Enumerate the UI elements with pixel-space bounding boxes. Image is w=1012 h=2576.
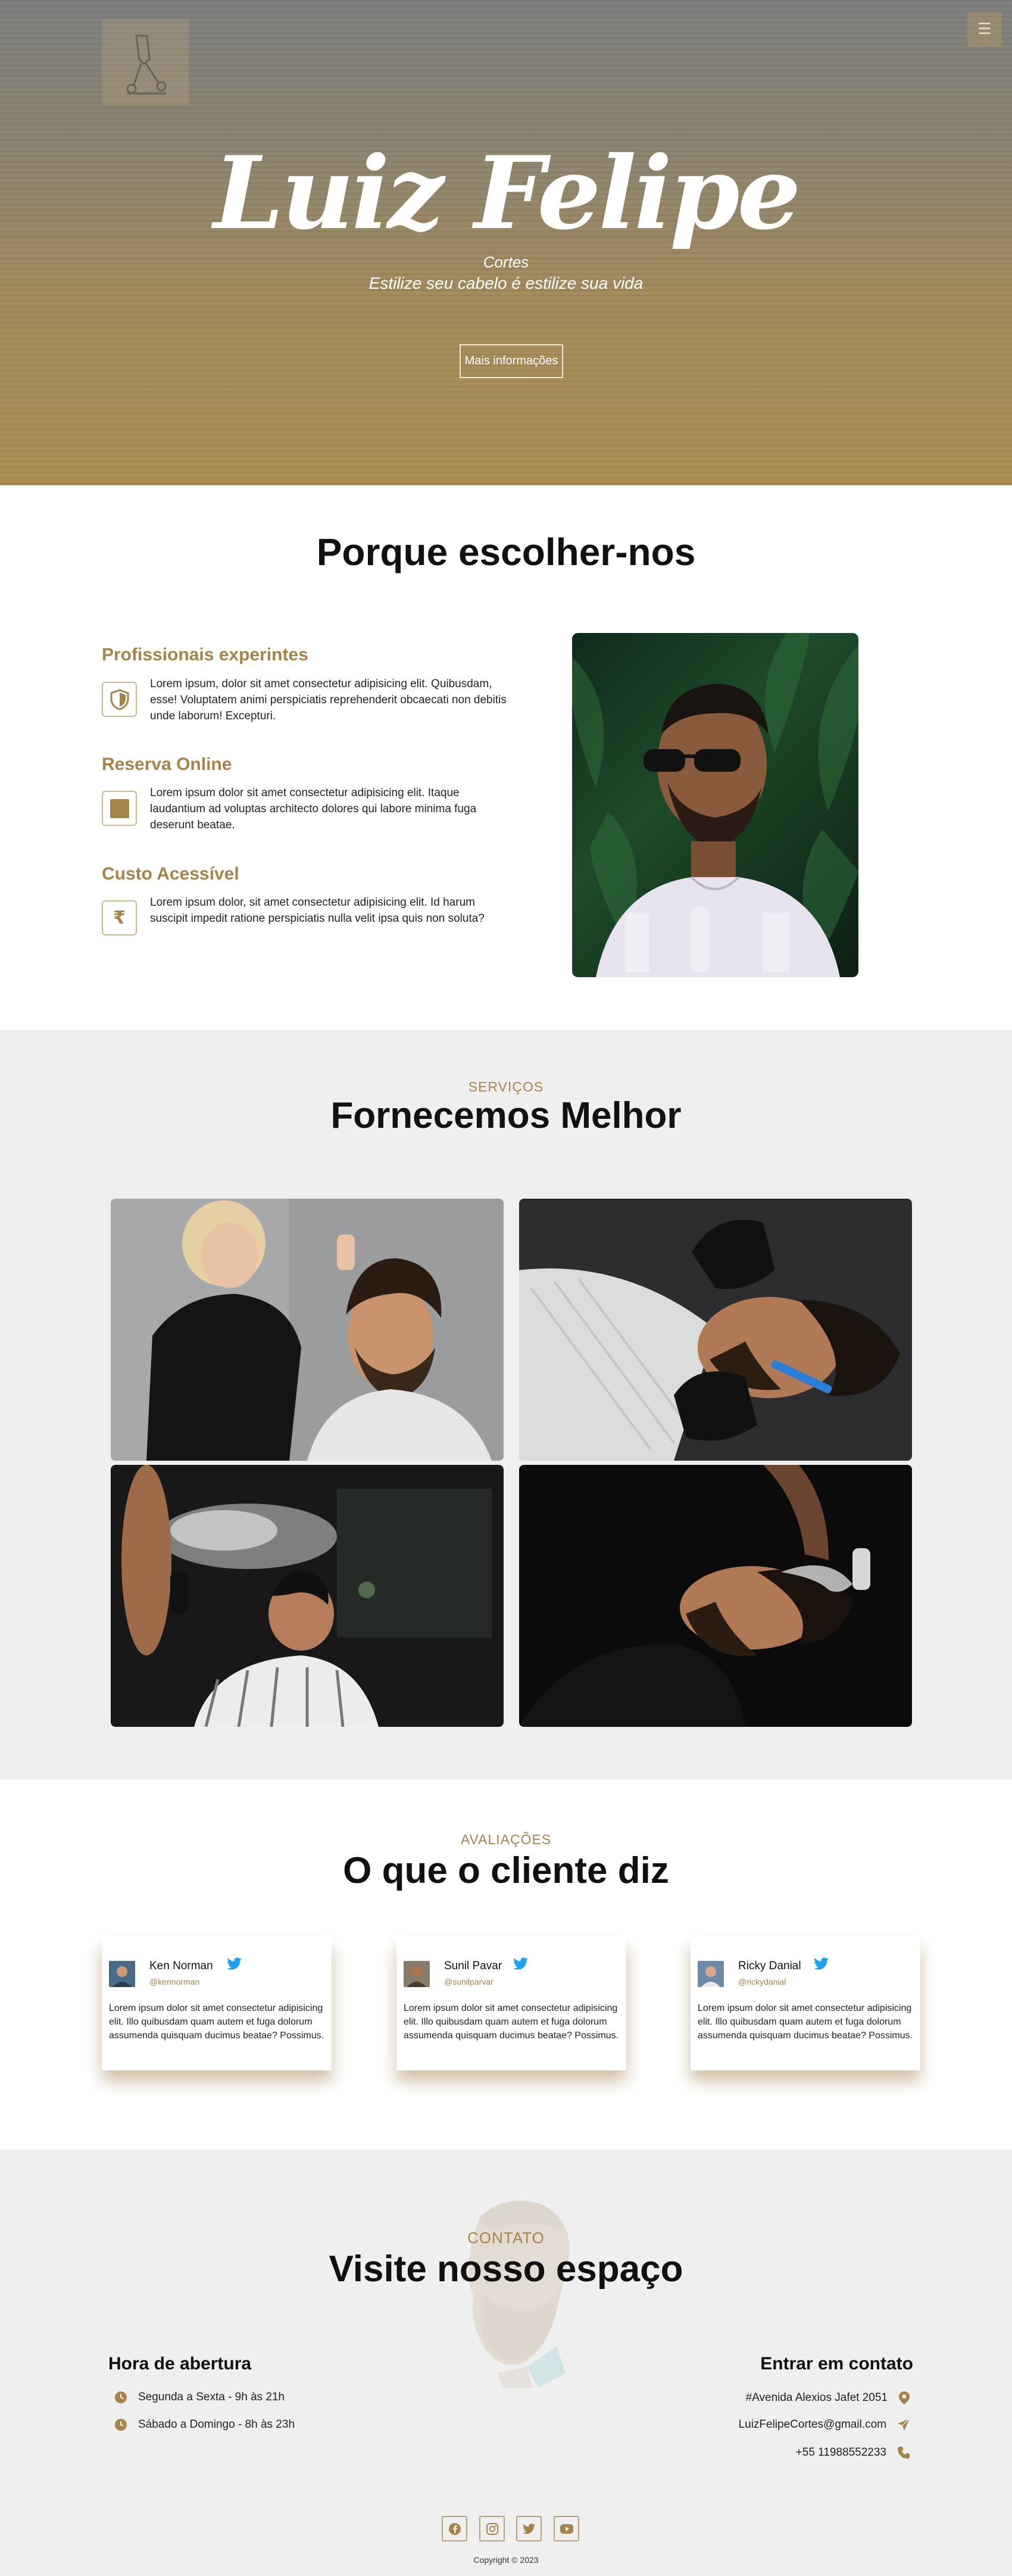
review-text: Lorem ipsum dolor sit amet consectetur a… [404, 2003, 619, 2041]
facebook-button[interactable] [442, 2516, 467, 2541]
feature-heading-online: Reserva Online [102, 754, 232, 774]
feature-heading-experts: Profissionais experintes [102, 645, 308, 665]
address-text: #Avenida Alexios Jafet 2051 [745, 2391, 888, 2404]
services-eyebrow: SERVIÇOS [468, 1079, 544, 1094]
address-row: #Avenida Alexios Jafet 2051 [746, 2391, 910, 2405]
reviewer-name: Ken Norman [149, 1960, 213, 1972]
contact-section: CONTATO Visite nosso espaço Hora de aber… [0, 2150, 1012, 2576]
copyright-text: Copyright © 2023 [473, 2555, 539, 2565]
reviewer-name: Sunil Pavar [444, 1960, 502, 1972]
hours-weekend-text: Sábado a Domingo - 8h às 23h [138, 2418, 295, 2431]
service-image-hair-wash [519, 1465, 912, 1727]
menu-toggle-button[interactable]: ☰ [967, 12, 1002, 46]
twitter-icon[interactable] [513, 1957, 529, 1970]
feature-text-cost: Lorem ipsum dolor, sit amet consectetur … [150, 896, 485, 925]
testimonial-card: Ken Norman @kennorman Lorem ipsum dolor … [102, 1937, 332, 2070]
phone-row[interactable]: +55 11988552233 [796, 2446, 910, 2459]
square-icon [102, 791, 137, 826]
hamburger-icon: ☰ [977, 20, 992, 38]
hero-tagline: Estilize seu cabelo é estilize sua vida [368, 274, 644, 292]
phone-icon [898, 2447, 910, 2459]
service-image-haircut [111, 1199, 504, 1461]
location-pin-icon [899, 2391, 910, 2405]
service-image-shave [519, 1199, 912, 1461]
twitter-icon[interactable] [814, 1957, 829, 1970]
shield-icon [102, 682, 137, 717]
opening-hours-heading: Hora de abertura [108, 2354, 252, 2374]
youtube-icon [560, 2524, 573, 2534]
testimonials-eyebrow: AVALIAÇÕES [460, 1832, 552, 1847]
hours-weekdays: Segunda a Sexta - 9h às 21h [114, 2391, 285, 2404]
twitter-button[interactable] [516, 2516, 542, 2541]
feature-text-experts: Lorem ipsum, dolor sit amet consectetur … [150, 678, 507, 722]
barber-portrait-image [572, 633, 858, 977]
phone-text[interactable]: +55 11988552233 [796, 2446, 886, 2459]
email-text[interactable]: LuizFelipeCortes@gmail.com [739, 2418, 886, 2431]
contact-eyebrow: CONTATO [467, 2229, 545, 2247]
more-info-button[interactable]: Mais informações [460, 344, 563, 378]
feature-text-online: Lorem ipsum dolor sit amet consectetur a… [150, 787, 477, 831]
reviewer-handle[interactable]: @rickydanial [738, 1977, 786, 1986]
hours-weekend: Sábado a Domingo - 8h às 23h [114, 2418, 295, 2431]
facebook-icon [448, 2522, 461, 2535]
avatar [404, 1961, 430, 1987]
reviewer-handle[interactable]: @kennorman [149, 1977, 199, 1986]
contact-title: Visite nosso espaço [329, 2248, 683, 2290]
review-text: Lorem ipsum dolor sit amet consectetur a… [109, 2003, 324, 2041]
avatar [698, 1961, 724, 1987]
clock-icon [115, 2391, 127, 2403]
email-row[interactable]: LuizFelipeCortes@gmail.com [739, 2418, 910, 2431]
testimonials-section: AVALIAÇÕES O que o cliente diz Ken Norma… [0, 1779, 1012, 2150]
why-section: Porque escolher-nos Profissionais experi… [0, 485, 1012, 1030]
send-icon [898, 2418, 910, 2431]
review-text: Lorem ipsum dolor sit amet consectetur a… [698, 2003, 913, 2041]
hero-section: ☰ Luiz Felipe Cortes Estilize seu cabelo… [0, 0, 1012, 485]
services-section: SERVIÇOS Fornecemos Melhor [0, 1030, 1012, 1779]
clock-icon [115, 2419, 127, 2431]
why-title: Porque escolher-nos [316, 531, 696, 573]
barber-logo[interactable] [102, 19, 189, 105]
hero-subtitle: Cortes [483, 253, 529, 271]
service-image-styling [111, 1465, 504, 1727]
avatar [109, 1961, 135, 1987]
twitter-icon[interactable] [227, 1957, 242, 1970]
reviewer-handle[interactable]: @sunilparvar [444, 1977, 493, 1986]
twitter-icon [522, 2523, 535, 2534]
hero-title: Luiz Felipe [213, 134, 801, 252]
testimonial-card: Sunil Pavar @sunilparvar Lorem ipsum dol… [396, 1937, 626, 2070]
testimonial-card: Ricky Danial @rickydanial Lorem ipsum do… [691, 1937, 920, 2070]
bearded-man-watermark-icon [468, 2200, 570, 2388]
youtube-button[interactable] [554, 2516, 579, 2541]
feature-heading-cost: Custo Acessível [102, 864, 239, 884]
contact-heading: Entrar em contato [760, 2354, 913, 2374]
reviewer-name: Ricky Danial [738, 1960, 801, 1972]
barber-tools-icon [126, 35, 167, 94]
hours-weekdays-text: Segunda a Sexta - 9h às 21h [138, 2391, 285, 2403]
services-title: Fornecemos Melhor [330, 1095, 682, 1136]
testimonials-title: O que o cliente diz [343, 1850, 669, 1891]
instagram-icon [486, 2522, 498, 2535]
rupee-icon: ₹ [102, 900, 137, 935]
instagram-button[interactable] [479, 2516, 505, 2541]
